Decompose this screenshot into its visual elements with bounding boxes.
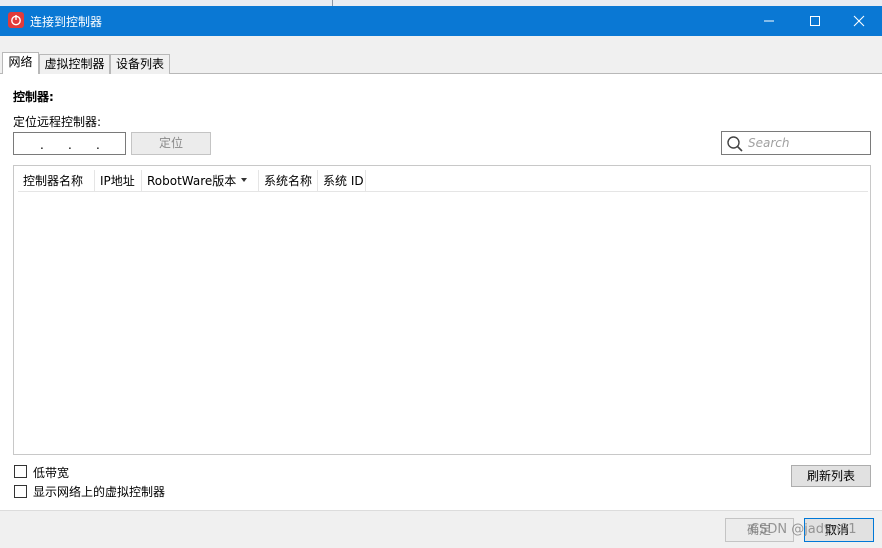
close-icon — [853, 15, 865, 27]
column-header-system-name[interactable]: 系统名称 — [259, 170, 318, 192]
close-button[interactable] — [836, 6, 882, 36]
minimize-button[interactable] — [746, 6, 792, 36]
locate-button[interactable]: 定位 — [131, 132, 211, 155]
low-bandwidth-label: 低带宽 — [33, 466, 70, 480]
tab-virtual-controller[interactable]: 虚拟控制器 — [39, 54, 110, 74]
show-virtual-controllers-checkbox[interactable] — [14, 485, 27, 498]
tab-network-label: 网络 — [8, 55, 33, 69]
ip-address-input[interactable]: . . . — [13, 132, 126, 155]
column-header-label: 系统 ID — [323, 174, 364, 188]
low-bandwidth-checkbox[interactable] — [14, 465, 27, 478]
minimize-icon — [764, 20, 774, 22]
column-header-controller-name[interactable]: 控制器名称 — [18, 170, 95, 192]
column-header-system-id[interactable]: 系统 ID — [318, 170, 366, 192]
controller-list[interactable]: 控制器名称 IP地址 RobotWare版本 系统名称 系统 ID — [13, 165, 871, 455]
csdn-watermark: CSDN @jadyn01 — [750, 522, 857, 537]
maximize-button[interactable] — [792, 6, 838, 36]
tab-network[interactable]: 网络 — [2, 52, 39, 74]
ip-separator: . — [68, 138, 72, 152]
title-bar[interactable]: 连接到控制器 — [0, 6, 882, 36]
column-header-label: IP地址 — [100, 174, 135, 188]
column-header-label: 系统名称 — [264, 174, 313, 188]
column-header-robotware-version[interactable]: RobotWare版本 — [142, 170, 259, 192]
column-header-ip-address[interactable]: IP地址 — [95, 170, 142, 192]
locate-remote-label: 定位远程控制器: — [13, 115, 102, 129]
column-header-label: RobotWare版本 — [147, 174, 237, 188]
refresh-list-label: 刷新列表 — [806, 469, 855, 483]
search-placeholder: Search — [748, 136, 790, 150]
controller-heading: 控制器: — [13, 90, 54, 104]
ip-separator: . — [96, 138, 100, 152]
tab-virtual-controller-label: 虚拟控制器 — [44, 57, 105, 71]
locate-button-label: 定位 — [158, 136, 183, 150]
column-header-label: 控制器名称 — [23, 174, 84, 188]
list-header: 控制器名称 IP地址 RobotWare版本 系统名称 系统 ID — [18, 170, 868, 192]
maximize-icon — [810, 16, 820, 26]
ip-separator: . — [40, 138, 44, 152]
tab-device-list[interactable]: 设备列表 — [110, 54, 170, 74]
show-virtual-controllers-label: 显示网络上的虚拟控制器 — [33, 485, 166, 499]
sort-down-icon — [241, 177, 248, 182]
search-input[interactable]: Search — [721, 131, 871, 155]
tab-device-list-label: 设备列表 — [115, 57, 164, 71]
search-icon — [727, 136, 743, 152]
refresh-list-button[interactable]: 刷新列表 — [791, 465, 871, 487]
window-title: 连接到控制器 — [30, 15, 103, 29]
robotstudio-app-icon — [8, 12, 24, 28]
